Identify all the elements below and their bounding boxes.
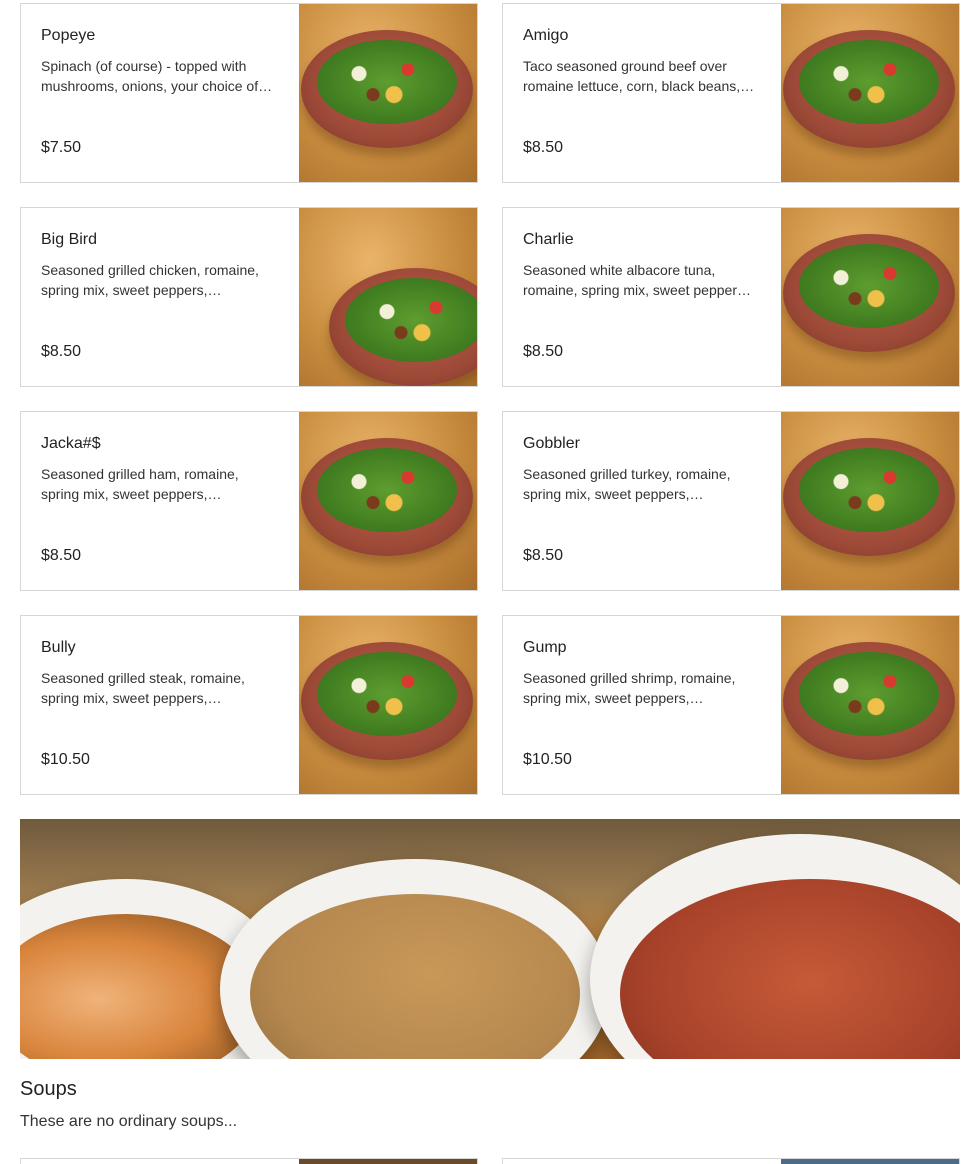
menu-item-card[interactable] <box>20 1158 478 1164</box>
menu-item-card[interactable]: Big Bird Seasoned grilled chicken, romai… <box>20 207 478 387</box>
menu-item-info: Gump Seasoned grilled shrimp, romaine, s… <box>503 616 781 794</box>
menu-item-card[interactable]: Amigo Taco seasoned ground beef over rom… <box>502 3 960 183</box>
menu-item-info: Popeye Spinach (of course) - topped with… <box>21 4 299 182</box>
menu-item-name: Gobbler <box>523 435 580 452</box>
menu-item-name: Amigo <box>523 27 569 44</box>
menu-item-price: $10.50 <box>41 751 90 768</box>
soups-section-title: Soups <box>20 1078 77 1100</box>
menu-item-photo <box>781 1159 959 1164</box>
menu-item-description: Seasoned grilled shrimp, romaine, spring… <box>523 670 736 706</box>
menu-item-card[interactable]: Charlie Seasoned white albacore tuna, ro… <box>502 207 960 387</box>
menu-item-price: $8.50 <box>523 547 564 564</box>
menu-item-price: $10.50 <box>523 751 572 768</box>
salad-menu-grid: Popeye Spinach (of course) - topped with… <box>20 3 960 795</box>
menu-item-photo <box>781 616 959 794</box>
menu-item-photo <box>299 4 477 182</box>
menu-item-info: Bully Seasoned grilled steak, romaine, s… <box>21 616 299 794</box>
menu-item-photo <box>299 1159 477 1164</box>
menu-item-card[interactable]: Gobbler Seasoned grilled turkey, romaine… <box>502 411 960 591</box>
menu-item-name: Bully <box>41 639 76 656</box>
menu-item-info: Gobbler Seasoned grilled turkey, romaine… <box>503 412 781 590</box>
menu-page: Popeye Spinach (of course) - topped with… <box>0 0 965 1164</box>
menu-item-description: Seasoned grilled ham, romaine, spring mi… <box>41 466 239 502</box>
menu-item-card[interactable] <box>502 1158 960 1164</box>
menu-item-info: Jacka#$ Seasoned grilled ham, romaine, s… <box>21 412 299 590</box>
menu-item-description: Seasoned grilled turkey, romaine, spring… <box>523 466 731 502</box>
menu-item-info: Big Bird Seasoned grilled chicken, romai… <box>21 208 299 386</box>
menu-item-description: Seasoned grilled steak, romaine, spring … <box>41 670 245 706</box>
menu-item-price: $8.50 <box>41 547 82 564</box>
menu-item-name: Charlie <box>523 231 574 248</box>
menu-item-photo <box>299 412 477 590</box>
menu-item-description: Taco seasoned ground beef over romaine l… <box>523 58 755 94</box>
menu-item-price: $8.50 <box>41 343 82 360</box>
menu-item-name: Jacka#$ <box>41 435 101 452</box>
soups-section-subtitle: These are no ordinary soups... <box>20 1113 238 1130</box>
menu-item-price: $7.50 <box>41 139 82 156</box>
menu-item-price: $8.50 <box>523 139 564 156</box>
menu-item-photo <box>781 412 959 590</box>
menu-item-photo <box>299 616 477 794</box>
menu-item-name: Big Bird <box>41 231 98 248</box>
menu-item-info: Amigo Taco seasoned ground beef over rom… <box>503 4 781 182</box>
menu-item-card[interactable]: Jacka#$ Seasoned grilled ham, romaine, s… <box>20 411 478 591</box>
menu-item-price: $8.50 <box>523 343 564 360</box>
menu-item-description: Seasoned grilled chicken, romaine, sprin… <box>41 262 259 298</box>
soups-banner-image <box>20 819 960 1059</box>
menu-item-photo <box>299 208 477 386</box>
menu-item-info: Charlie Seasoned white albacore tuna, ro… <box>503 208 781 386</box>
menu-item-name: Gump <box>523 639 567 656</box>
menu-item-card[interactable]: Bully Seasoned grilled steak, romaine, s… <box>20 615 478 795</box>
menu-item-description: Seasoned white albacore tuna, romaine, s… <box>523 262 751 298</box>
menu-item-photo <box>781 4 959 182</box>
menu-item-card[interactable]: Popeye Spinach (of course) - topped with… <box>20 3 478 183</box>
menu-item-description: Spinach (of course) - topped with mushro… <box>41 58 273 94</box>
menu-item-card[interactable]: Gump Seasoned grilled shrimp, romaine, s… <box>502 615 960 795</box>
menu-item-name: Popeye <box>41 27 96 44</box>
menu-item-photo <box>781 208 959 386</box>
